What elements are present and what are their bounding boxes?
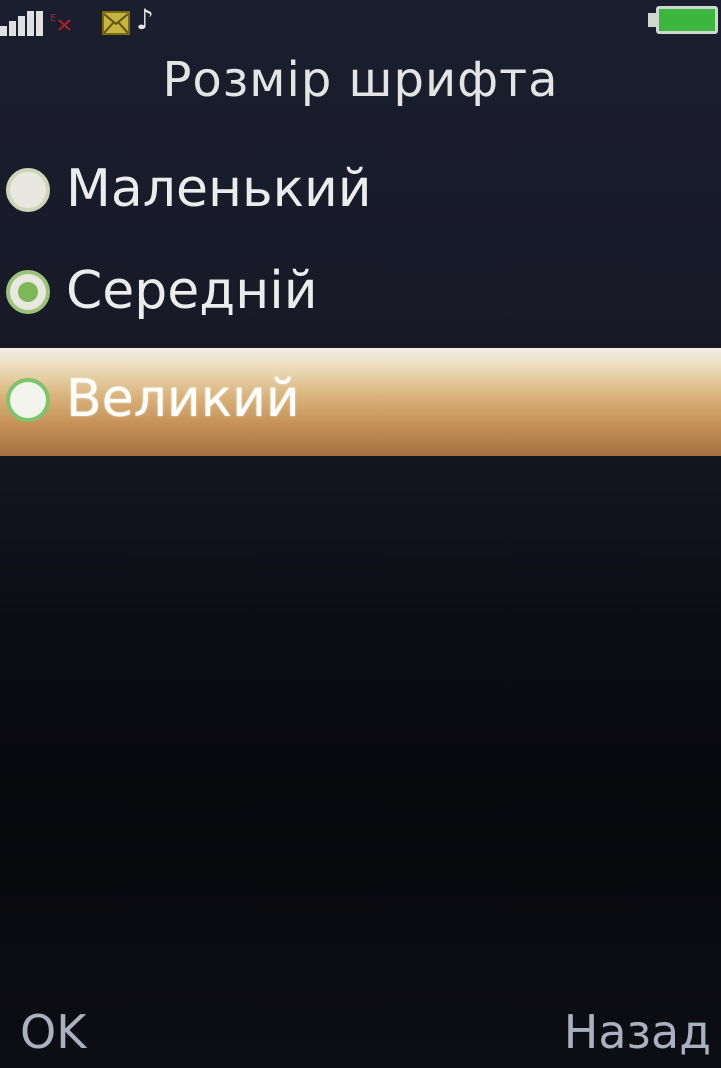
option-label: Середній — [66, 261, 318, 321]
music-note-icon: ♪ — [136, 3, 154, 36]
radio-selected-icon[interactable] — [6, 270, 50, 314]
radio-icon[interactable] — [6, 378, 50, 422]
status-bar: E ♪ — [0, 0, 721, 42]
signal-bars-icon — [0, 10, 44, 36]
battery-cap — [648, 13, 656, 27]
radio-icon[interactable] — [6, 168, 50, 212]
softkey-back[interactable]: Назад — [564, 1002, 711, 1062]
softkey-ok[interactable]: OK — [20, 1002, 86, 1062]
envelope-icon — [102, 11, 130, 35]
option-medium[interactable]: Середній — [0, 240, 721, 346]
font-size-screen: E ♪ Розмір шрифта Маленький Середній Вел… — [0, 0, 721, 1068]
battery-icon — [656, 6, 718, 34]
option-label: Маленький — [66, 159, 372, 219]
page-title: Розмір шрифта — [162, 52, 559, 108]
no-data-icon: E — [50, 13, 71, 31]
option-label: Великий — [66, 369, 300, 429]
svg-text:E: E — [50, 13, 56, 24]
option-small[interactable]: Маленький — [0, 138, 721, 244]
option-large[interactable]: Великий — [0, 348, 721, 456]
